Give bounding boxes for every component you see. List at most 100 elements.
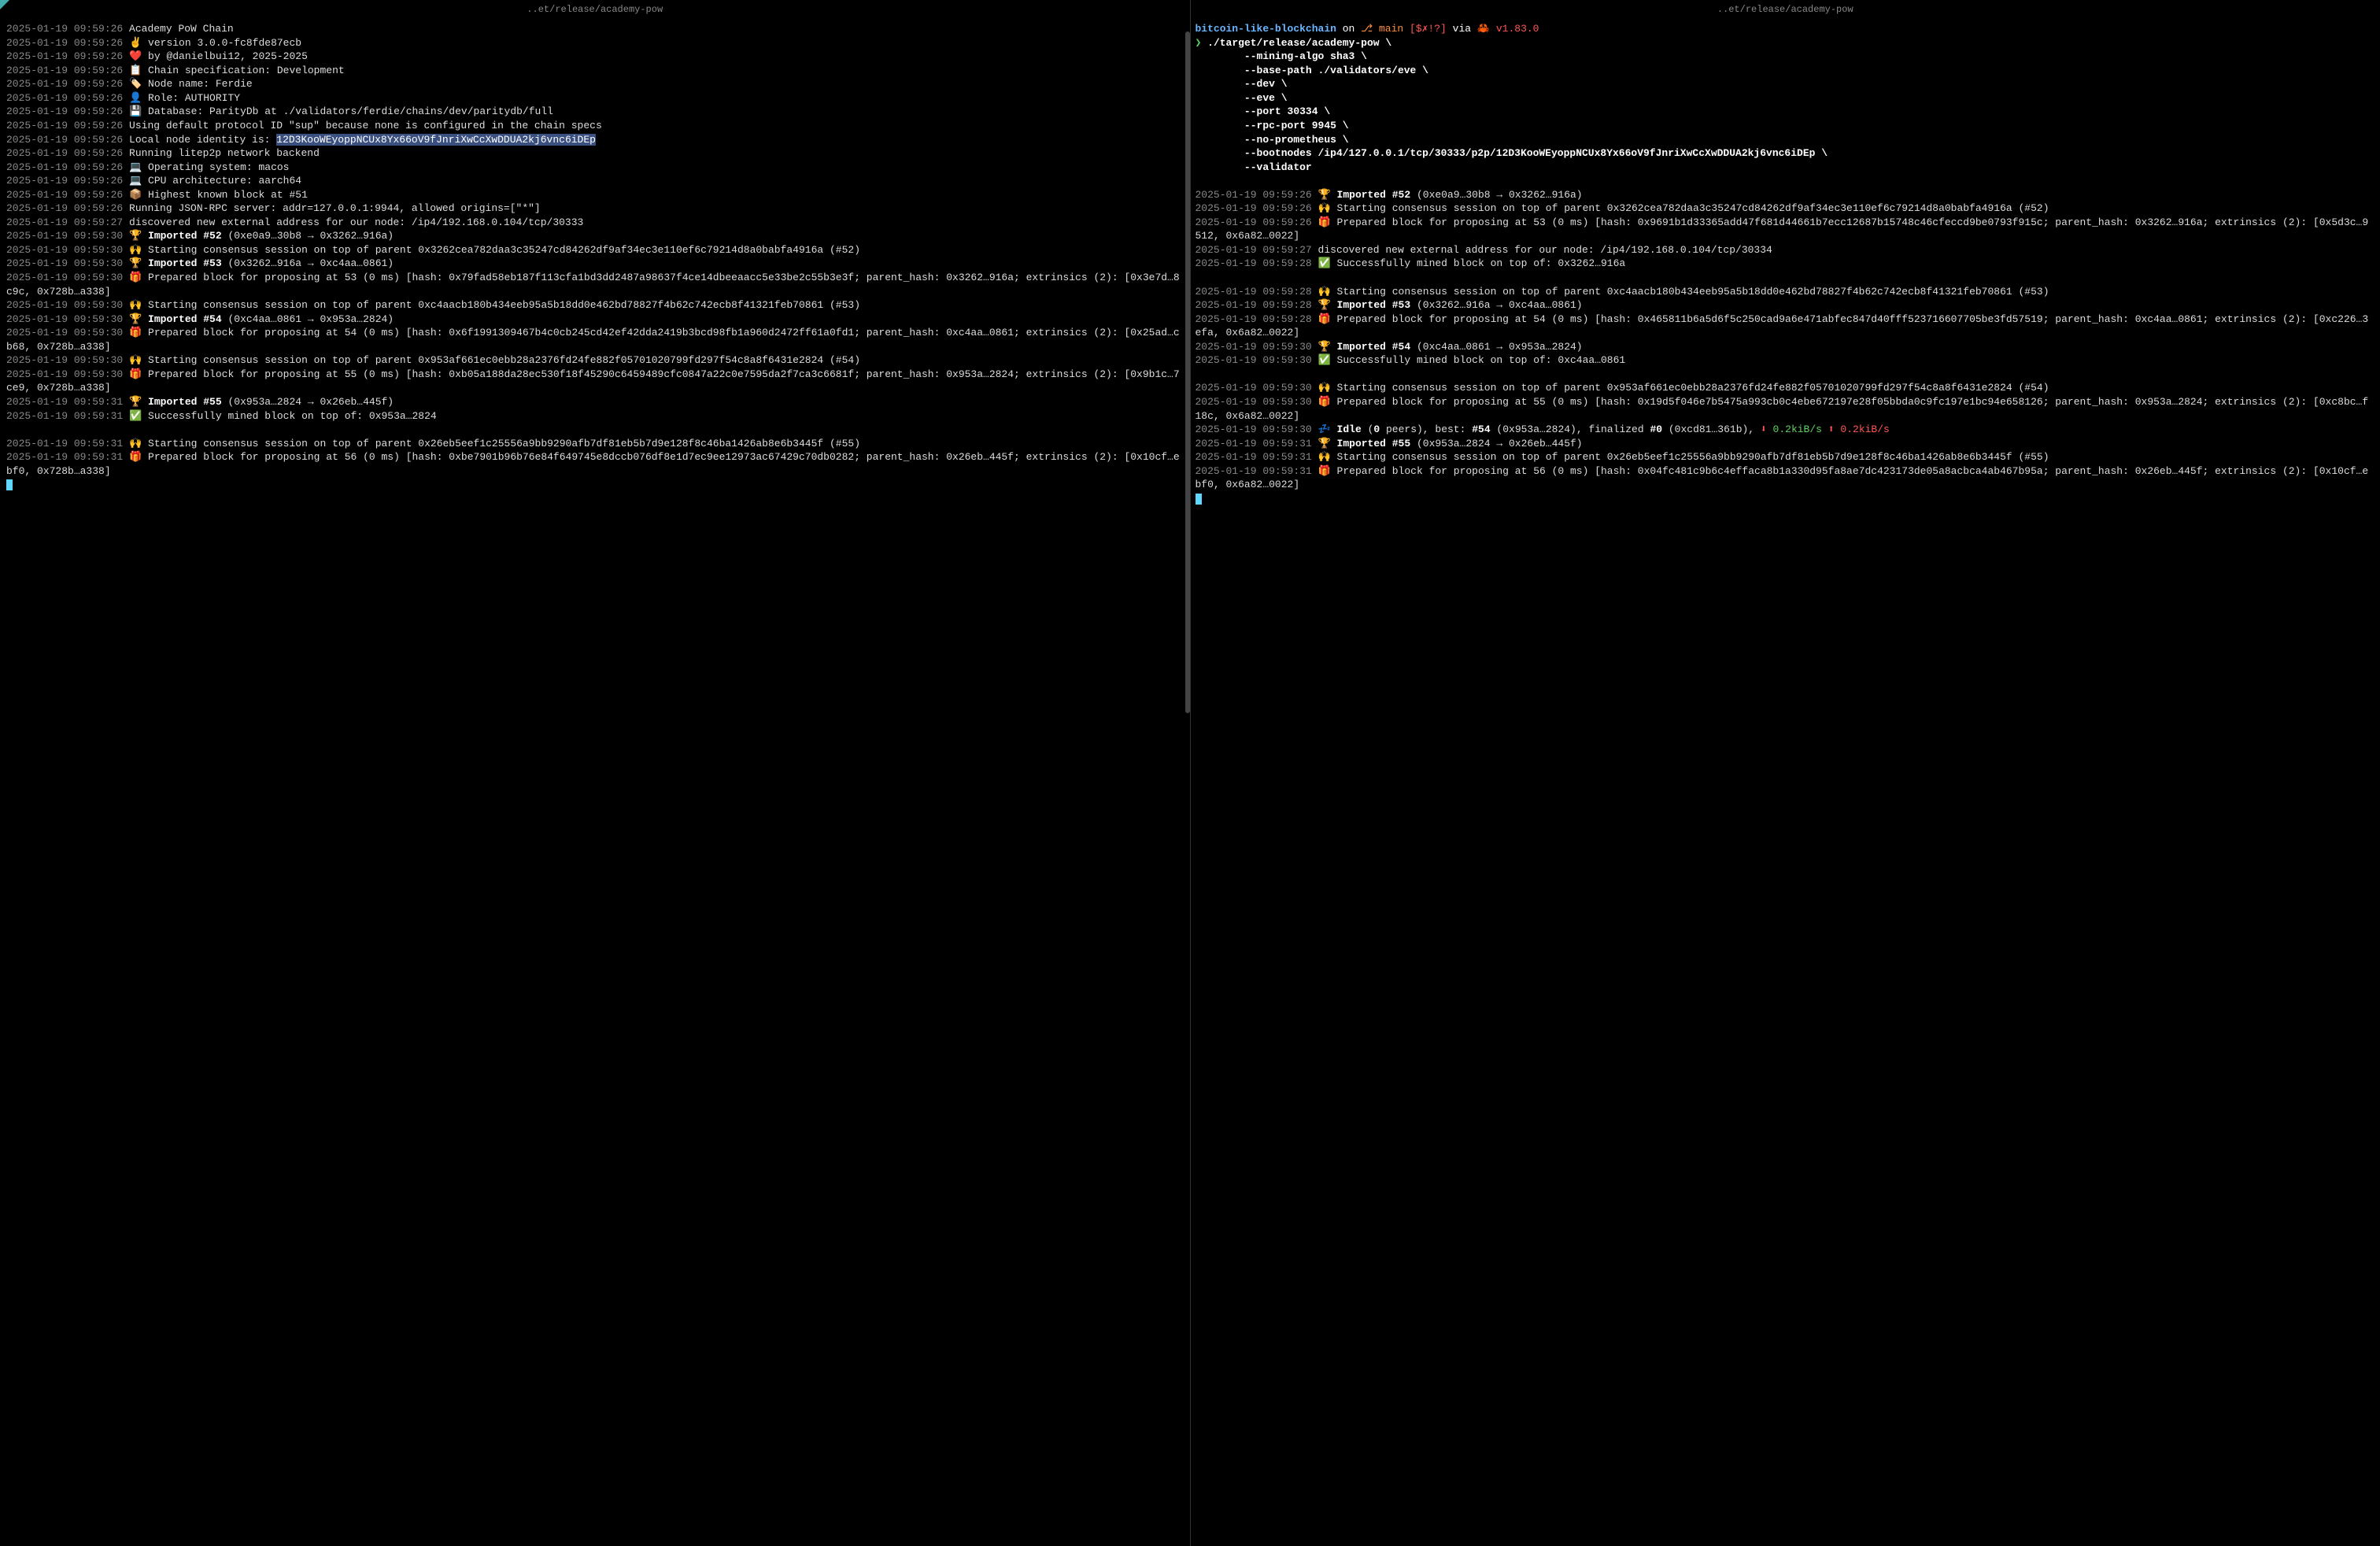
log-text: Prepared block for proposing at 56 (0 ms… [6,451,1180,477]
log-line: 2025-01-19 09:59:30 🎁 Prepared block for… [6,326,1184,353]
log-timestamp: 2025-01-19 09:59:26 [6,134,123,146]
scrollbar-thumb[interactable] [1185,31,1190,713]
log-line: 2025-01-19 09:59:26 Using default protoc… [6,119,1184,133]
log-line: 2025-01-19 09:59:26 📦 Highest known bloc… [6,188,1184,202]
left-terminal-output[interactable]: 2025-01-19 09:59:26 Academy PoW Chain 202… [0,19,1190,1546]
log-text: Starting consensus session on top of par… [1337,382,2049,394]
log-icon: ✅ [1318,354,1331,366]
log-timestamp: 2025-01-19 09:59:31 [6,451,123,463]
log-timestamp: 2025-01-19 09:59:31 [6,410,123,422]
right-terminal-output[interactable]: bitcoin-like-blockchain on ⎇ main [$✗!?]… [1191,19,2380,1546]
cmd-arg: --rpc-port 9945 \ [1196,119,2374,133]
log-icon: 💾 [129,105,142,117]
left-pane[interactable]: ..et/release/academy-pow 2025-01-19 09:5… [0,0,1191,1546]
log-icon: 🎁 [1318,313,1331,325]
right-pane[interactable]: ..et/release/academy-pow bitcoin-like-bl… [1191,0,2380,1546]
log-line: 2025-01-19 09:59:26 🏷️ Node name: Ferdie [6,77,1184,91]
log-line: 2025-01-19 09:59:30 🙌 Starting consensus… [6,243,1184,257]
log-bold: Imported #53 [148,257,222,269]
log-line: 2025-01-19 09:59:27 discovered new exter… [1196,243,2374,257]
rust-version: v1.83.0 [1496,23,1539,35]
log-icon: 🏆 [129,396,142,408]
scrollbar[interactable] [1185,31,1190,1546]
log-timestamp: 2025-01-19 09:59:26 [6,23,123,35]
log-icon: 🙌 [129,438,142,449]
prompt-on: on [1343,23,1355,35]
log-timestamp: 2025-01-19 09:59:26 [6,50,123,62]
log-text: Node name: Ferdie [148,78,253,90]
log-timestamp: 2025-01-19 09:59:26 [6,92,123,104]
log-timestamp: 2025-01-19 09:59:31 [6,396,123,408]
log-timestamp: 2025-01-19 09:59:30 [6,368,123,380]
log-text: Operating system: macos [148,161,289,173]
project-name: bitcoin-like-blockchain [1196,23,1336,35]
log-icon: 💻 [129,175,142,187]
cmd-arg: --dev \ [1196,77,2374,91]
log-line: 2025-01-19 09:59:30 🙌 Starting consensus… [6,298,1184,313]
download-arrow-icon: ⬇ [1761,423,1773,435]
log-icon: 🙌 [1318,286,1331,298]
log-line: 2025-01-19 09:59:30 🙌 Starting consensus… [1196,381,2374,395]
log-text: Successfully mined block on top of: 0x95… [148,410,437,422]
log-icon: 🏆 [1318,299,1331,311]
log-bold: Imported #52 [148,230,222,242]
log-line: 2025-01-19 09:59:31 🎁 Prepared block for… [6,450,1184,478]
log-timestamp: 2025-01-19 09:59:30 [1196,423,1312,435]
log-icon: 🙌 [129,244,142,256]
log-text: Running litep2p network backend [129,147,320,159]
log-timestamp: 2025-01-19 09:59:26 [6,202,123,214]
log-line: 2025-01-19 09:59:26 💻 CPU architecture: … [6,174,1184,188]
log-icon: 💤 [1318,423,1331,435]
crab-icon: 🦀 [1477,23,1490,35]
log-timestamp: 2025-01-19 09:59:26 [6,161,123,173]
log-timestamp: 2025-01-19 09:59:30 [1196,354,1312,366]
log-text: version 3.0.0-fc8fde87ecb [148,37,301,49]
log-timestamp: 2025-01-19 09:59:28 [1196,257,1312,269]
log-icon: ✅ [129,410,142,422]
log-icon: 🙌 [129,299,142,311]
prompt-line: bitcoin-like-blockchain on ⎇ main [$✗!?]… [1196,22,2374,36]
log-timestamp: 2025-01-19 09:59:26 [6,147,123,159]
log-text: Successfully mined block on top of: 0x32… [1337,257,1626,269]
log-text: Starting consensus session on top of par… [148,438,860,449]
log-timestamp: 2025-01-19 09:59:26 [6,65,123,76]
log-icon: 🙌 [129,354,142,366]
log-icon: 💻 [129,161,142,173]
log-timestamp: 2025-01-19 09:59:30 [6,230,123,242]
log-text: Using default protocol ID "sup" because … [129,120,602,131]
log-timestamp: 2025-01-19 09:59:30 [1196,341,1312,353]
log-timestamp: 2025-01-19 09:59:30 [6,272,123,283]
log-timestamp: 2025-01-19 09:59:26 [1196,216,1312,228]
log-timestamp: 2025-01-19 09:59:30 [6,313,123,325]
cmd-arg: --port 30334 \ [1196,105,2374,119]
log-timestamp: 2025-01-19 09:59:26 [6,105,123,117]
log-text: Prepared block for proposing at 53 (0 ms… [1196,216,2369,242]
log-timestamp: 2025-01-19 09:59:30 [6,299,123,311]
log-text: Chain specification: Development [148,65,345,76]
log-text: discovered new external address for our … [129,216,583,228]
log-line: 2025-01-19 09:59:31 🙌 Starting consensus… [1196,450,2374,464]
log-line: 2025-01-19 09:59:28 🎁 Prepared block for… [1196,313,2374,340]
log-timestamp: 2025-01-19 09:59:31 [6,438,123,449]
cursor [6,479,13,490]
upload-arrow-icon: ⬆ [1828,423,1841,435]
log-bold: Imported #54 [148,313,222,325]
log-timestamp: 2025-01-19 09:59:30 [1196,382,1312,394]
log-text: discovered new external address for our … [1318,244,1772,256]
log-icon: 🏷️ [129,78,142,90]
log-line: 2025-01-19 09:59:31 🏆 Imported #55 (0x95… [6,395,1184,409]
log-bold: Imported #55 [1337,438,1411,449]
selected-node-id[interactable]: 12D3KooWEyoppNCUx8Yx66oV9fJnriXwCcXwDDUA… [276,134,596,146]
log-line: 2025-01-19 09:59:30 🙌 Starting consensus… [6,353,1184,368]
idle-label: Idle [1337,423,1362,435]
log-line: 2025-01-19 09:59:30 🎁 Prepared block for… [6,368,1184,395]
cmd-arg: --bootnodes /ip4/127.0.0.1/tcp/30333/p2p… [1196,146,2374,161]
cmd-arg: --mining-algo sha3 \ [1196,50,2374,64]
cursor [1196,494,1202,505]
log-line: 2025-01-19 09:59:28 🙌 Starting consensus… [1196,285,2374,299]
log-bold: Imported #55 [148,396,222,408]
log-text: Academy PoW Chain [129,23,234,35]
log-icon: 🎁 [129,272,142,283]
log-timestamp: 2025-01-19 09:59:26 [6,120,123,131]
download-rate: 0.2kiB/s [1773,423,1822,435]
